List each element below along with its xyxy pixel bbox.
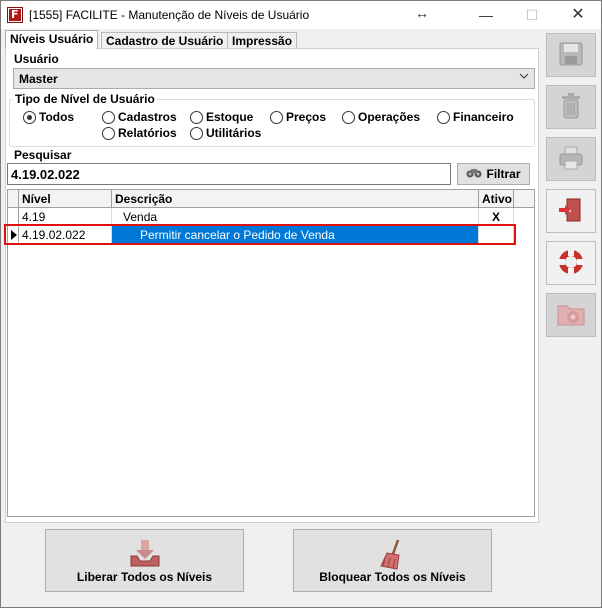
user-select-value: Master [19,72,58,86]
radio-estoque[interactable]: Estoque [190,110,253,124]
main-window: [1555] FACILITE - Manutenção de Níveis d… [0,0,602,608]
radio-unchecked-icon [102,110,115,124]
radio-precos[interactable]: Preços [270,110,326,124]
download-tray-icon [128,538,162,573]
radio-unchecked-icon [270,110,283,124]
radio-unchecked-icon [342,110,355,124]
exit-door-icon [557,196,585,227]
release-all-levels-button[interactable]: Liberar Todos os Níveis [45,529,244,592]
radio-label: Utilitários [206,126,262,140]
user-select[interactable]: Master [13,68,535,89]
radio-unchecked-icon [102,126,115,140]
radio-label: Preços [286,110,327,124]
printer-icon [557,145,585,174]
highlight-annotation [4,224,516,245]
chevron-down-icon [519,71,529,84]
column-header-ativo[interactable]: Ativo [479,190,514,207]
delete-button[interactable] [546,85,596,129]
radio-cadastros[interactable]: Cadastros [102,110,177,124]
tab-cadastro-de-usuario[interactable]: Cadastro de Usuário [101,32,229,49]
grid-header: Nível Descrição Ativo [8,190,534,208]
minimize-button[interactable]: — [463,1,509,29]
radio-unchecked-icon [437,110,450,124]
search-input[interactable]: 4.19.02.022 [7,163,451,185]
block-all-levels-button[interactable]: Bloquear Todos os Níveis [293,529,492,592]
maximize-button[interactable]: ☐ [509,1,555,29]
radio-utilitarios[interactable]: Utilitários [190,126,261,140]
level-type-label: Tipo de Nível de Usuário [13,92,157,106]
radio-label: Operações [358,110,421,124]
block-all-levels-label: Bloquear Todos os Níveis [319,570,466,584]
release-all-levels-label: Liberar Todos os Níveis [76,570,213,584]
radio-unchecked-icon [190,126,203,140]
help-button[interactable] [546,241,596,285]
lifebuoy-icon [556,247,586,280]
app-logo-icon [7,7,23,23]
filter-button[interactable]: Filtrar [457,163,530,185]
trash-icon [558,92,584,123]
tab-impressao[interactable]: Impressão [227,32,298,49]
save-icon [558,41,584,70]
radio-label: Financeiro [453,110,514,124]
radio-todos[interactable]: Todos [23,110,74,124]
radio-financeiro[interactable]: Financeiro [437,110,514,124]
print-button[interactable] [546,137,596,181]
close-button[interactable]: ✕ [555,1,601,29]
save-button[interactable] [546,33,596,77]
user-label: Usuário [14,52,59,66]
title-bar: [1555] FACILITE - Manutenção de Níveis d… [1,1,601,29]
exit-button[interactable] [546,189,596,233]
radio-label: Todos [39,110,75,124]
resize-arrows-icon: ↔ [415,5,429,21]
radio-unchecked-icon [190,110,203,124]
binoculars-icon [466,167,482,182]
column-header-nivel[interactable]: Nível [19,190,112,207]
column-header-descricao[interactable]: Descrição [112,190,479,207]
search-label: Pesquisar [14,148,72,162]
filter-button-label: Filtrar [486,167,521,181]
radio-checked-icon [23,110,36,124]
radio-label: Estoque [206,110,254,124]
window-title: [1555] FACILITE - Manutenção de Níveis d… [29,8,310,22]
tab-niveis-usuario[interactable]: Níveis Usuário [5,30,99,49]
settings-button[interactable] [546,293,596,337]
radio-relatorios[interactable]: Relatórios [102,126,177,140]
radio-operacoes[interactable]: Operações [342,110,420,124]
radio-label: Cadastros [118,110,177,124]
radio-label: Relatórios [118,126,177,140]
settings-folder-icon [556,300,586,331]
